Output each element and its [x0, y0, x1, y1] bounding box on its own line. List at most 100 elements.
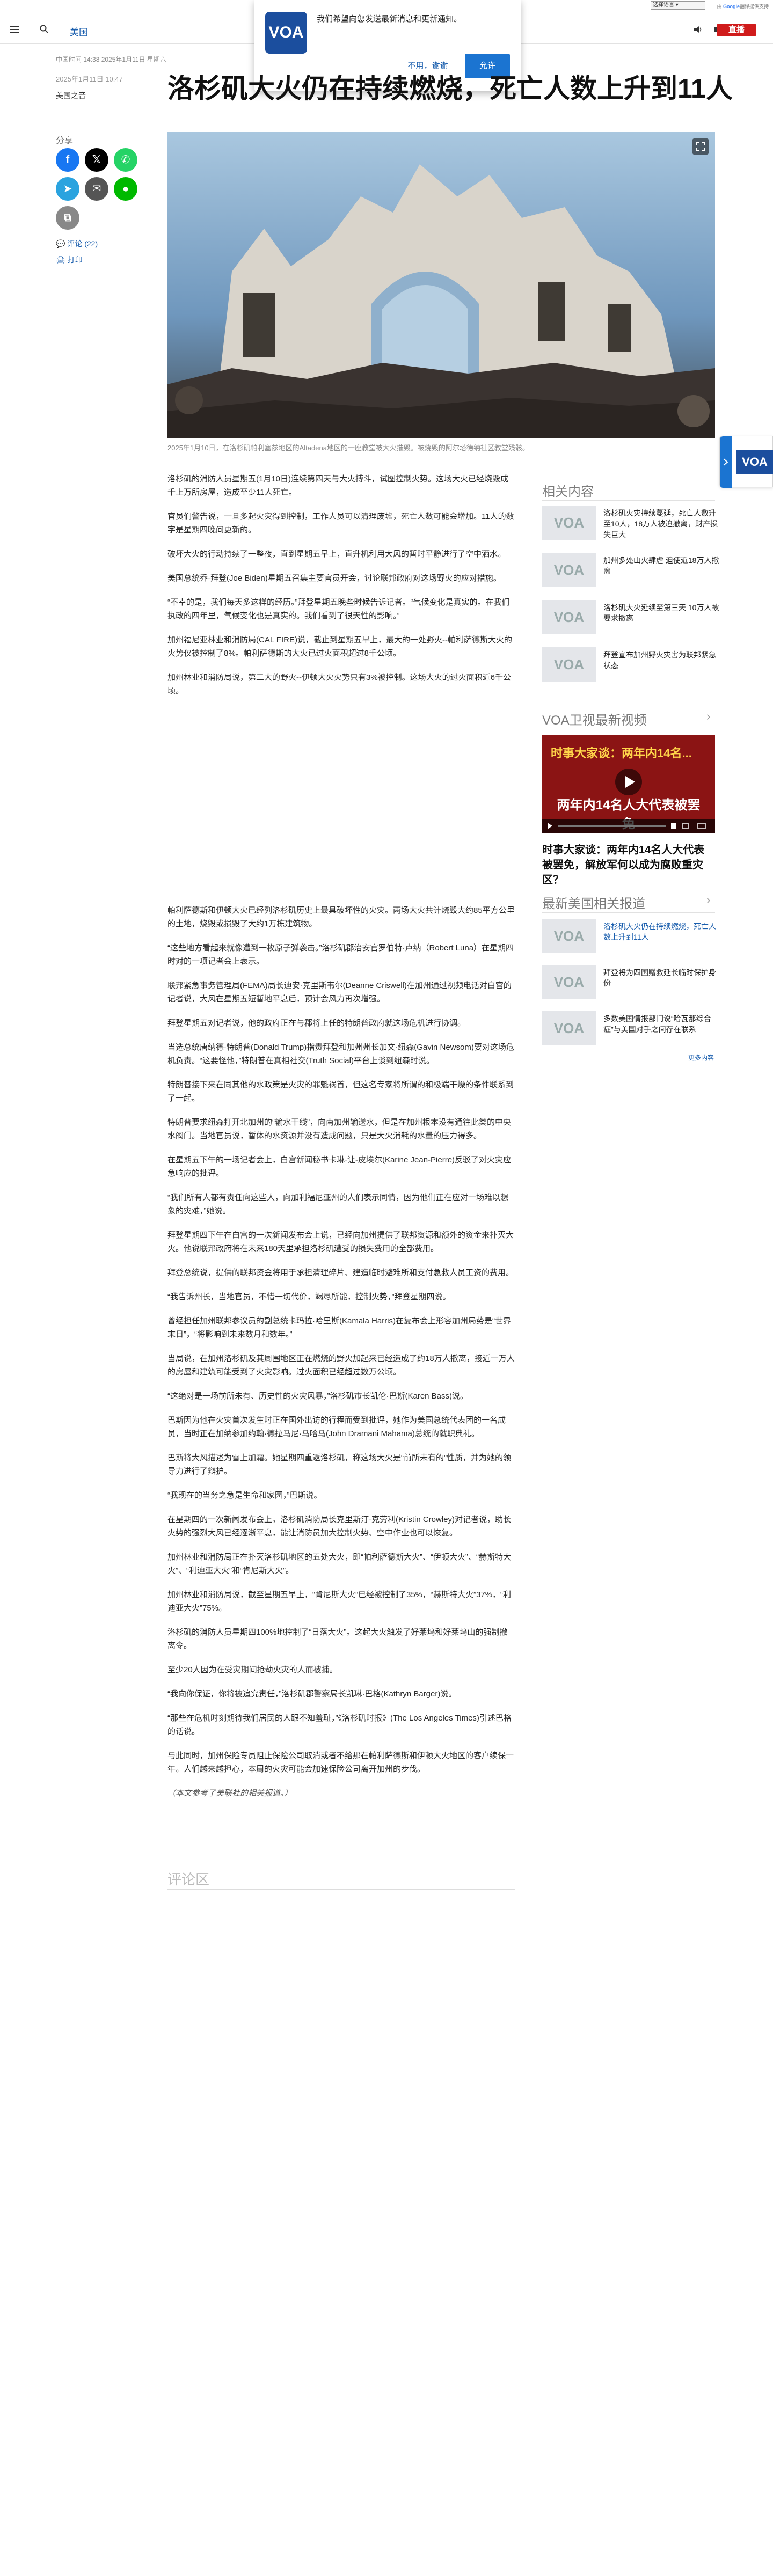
copy-link-button[interactable]: ⧉ [56, 206, 79, 230]
paragraph: 美国总统乔·拜登(Joe Biden)星期五召集主要官员开会，讨论联邦政府对这场… [167, 574, 501, 583]
x-icon: 𝕏 [92, 154, 101, 166]
paragraph: 巴斯因为他在火灾首次发生时正在国外出访的行程而受到批评，她作为美国总统代表团的一… [167, 1416, 506, 1438]
section-nav-label[interactable]: 美国 [70, 25, 88, 38]
related-item[interactable]: VOA 洛杉矶火灾持续蔓延，死亡人数升至10人，18万人被迫撤离，财产损失巨大 [542, 506, 719, 544]
paragraph: “那些在危机时刻期待我们居民的人跟不知羞耻，”《洛杉矶时报》(The Los A… [167, 1714, 512, 1736]
video-section-heading[interactable]: VOA卫视最新视频 › [542, 709, 710, 728]
paragraph: “我告诉州长，当地官员，不惜一切代价，竭尽所能，控制火势，”拜登星期四说。 [167, 1292, 451, 1301]
related-heading: 相关内容 [542, 485, 594, 499]
paragraph: 帕利萨德斯和伊顿大火已经列洛杉矶历史上最具破坏性的火灾。两场大火共计烧毁大约85… [167, 906, 515, 928]
email-icon: ✉ [92, 183, 101, 195]
powered-brand: Google [723, 4, 740, 9]
paragraph: 洛杉矶的消防人员星期五(1月10日)连续第四天与大火搏斗，试图控制火势。这场大火… [167, 474, 509, 497]
chevron-right-icon: › [706, 709, 711, 723]
voa-logo: VOA [265, 12, 307, 54]
chevron-right-icon [723, 458, 728, 466]
video-overlay-top: 时事大家谈：两年内14名... [551, 747, 692, 760]
popup-message: 我们希望向您发送最新消息和更新通知。 [317, 14, 462, 24]
related-thumbnail: VOA [542, 506, 596, 540]
article-body-top: 洛杉矶的消防人员星期五(1月10日)连续第四天与大火搏斗，试图控制火势。这场大火… [167, 472, 515, 708]
more-link[interactable]: 更多内容 [688, 1053, 714, 1062]
language-select-label: 选择语言 [653, 2, 674, 8]
page-title: 洛杉矶大火仍在持续燃烧，死亡人数上升到11人 [167, 74, 733, 104]
paragraph: 官员们警告说，一旦多起火灾得到控制，工作人员可以清理废墟，死亡人数可能会增加。1… [167, 512, 514, 535]
related-item-title: 洛杉矶火灾持续蔓延，死亡人数升至10人，18万人被迫撤离，财产损失巨大 [603, 509, 718, 539]
related-item[interactable]: VOA 拜登宣布加州野火灾害为联邦紧急状态 [542, 647, 719, 686]
paragraph: 联邦紧急事务管理局(FEMA)局长迪安·克里斯韦尔(Deanne Criswel… [167, 981, 512, 1004]
related-item-title: 拜登宣布加州野火灾害为联邦紧急状态 [603, 650, 716, 670]
facebook-share-button[interactable]: f [56, 148, 79, 172]
related-item[interactable]: VOA 洛杉矶大火延续至第三天 10万人被要求撤离 [542, 600, 719, 639]
us-news-title: 最新美国相关报道 [542, 897, 645, 911]
us-news-thumbnail: VOA [542, 1011, 596, 1045]
us-news-item-title: 拜登将为四国赠救延长临时保护身份 [603, 968, 716, 987]
whatsapp-icon: ✆ [121, 154, 130, 166]
hero-image [167, 132, 715, 438]
divider [542, 912, 715, 913]
paragraph: 当选总统唐纳德·特朗普(Donald Trump)指责拜登和加州州长加文·纽森(… [167, 1043, 514, 1065]
related-thumbnail: VOA [542, 647, 596, 682]
publish-date: 2025年1月11日 10:47 [56, 75, 123, 83]
play-icon[interactable] [615, 769, 642, 795]
source-note: （本文参考了美联社的相关报道。） [167, 1789, 293, 1798]
related-item[interactable]: VOA 加州多处山火肆虐 迫使近18万人撤离 [542, 553, 719, 591]
paragraph: “这些地方看起来就像遭到一枚原子弹袭击。”洛杉矶郡治安官罗伯特·卢纳（Rober… [167, 943, 514, 966]
print-link-label: 打印 [67, 255, 83, 264]
x-share-button[interactable]: 𝕏 [85, 148, 108, 172]
related-thumbnail: VOA [542, 600, 596, 634]
paragraph: 与此同时，加州保险专员阻止保险公司取消或者不给那在帕利萨德斯和伊顿大火地区的客户… [167, 1751, 514, 1774]
paragraph: 拜登星期四下午在白宫的一次新闻发布会上说，已经向加州提供了联邦资源和额外的资金来… [167, 1231, 514, 1253]
paragraph: “我现在的当务之急是生命和家园，”巴斯说。 [167, 1491, 322, 1500]
print-link[interactable]: 🖨 打印 [56, 254, 83, 265]
audio-icon[interactable] [694, 26, 703, 33]
powered-suffix: 翻译提供支持 [739, 4, 769, 9]
related-thumbnail: VOA [542, 553, 596, 587]
image-caption: 2025年1月10日，在洛杉矶帕利塞兹地区的Altadena地区的一座教堂被大火… [167, 444, 529, 452]
paragraph: 洛杉矶的消防人员星期四100%地控制了“日落大火”。这起大火触发了好莱坞和好莱坞… [167, 1628, 508, 1650]
comments-link-label: 评论 (22) [67, 239, 98, 248]
us-news-item[interactable]: VOA 洛杉矶大火仍在持续燃烧，死亡人数上升到11人 [542, 919, 719, 957]
byline: 美国之音 [56, 91, 86, 100]
paragraph: 巴斯将大风描述为雪上加霜。她星期四重返洛杉矶，称这场大火是“前所未有的”性质，并… [167, 1453, 511, 1476]
related-item-title: 洛杉矶大火延续至第三天 10万人被要求撤离 [603, 603, 719, 623]
us-news-item[interactable]: VOA 拜登将为四国赠救延长临时保护身份 [542, 965, 719, 1004]
related-item-title: 加州多处山火肆虐 迫使近18万人撤离 [603, 556, 719, 575]
email-share-button[interactable]: ✉ [85, 177, 108, 201]
divider [167, 1889, 515, 1890]
paragraph: “不幸的是，我们每天多这样的经历。”拜登星期五晚些时候告诉记者。“气候变化是真实… [167, 598, 510, 620]
whatsapp-share-button[interactable]: ✆ [114, 148, 137, 172]
us-news-item-title: 多数美国情报部门说“哈瓦那综合症”与美国对手之间存在联系 [603, 1014, 711, 1034]
voa-logo: VOA [736, 450, 773, 474]
us-news-item-title: 洛杉矶大火仍在持续燃烧，死亡人数上升到11人 [603, 922, 716, 941]
telegram-share-button[interactable]: ➤ [56, 177, 79, 201]
paragraph: 破坏大火的行动持续了一整夜，直到星期五早上，直升机利用大风的暂时平静进行了空中洒… [167, 550, 506, 559]
video-player[interactable]: 时事大家谈：两年内14名... 两年内14名人大代表被罢免 [542, 735, 715, 833]
side-widget-tab[interactable]: VOA [719, 436, 773, 488]
video-controls[interactable] [542, 819, 715, 833]
article-body-bottom: 帕利萨德斯和伊顿大火已经列洛杉矶历史上最具破坏性的火灾。两场大火共计烧毁大约85… [167, 904, 515, 1811]
paragraph: 在星期五下午的一场记者会上，白宫新闻秘书卡琳·让-皮埃尔(Karine Jean… [167, 1155, 512, 1178]
line-share-button[interactable]: ● [114, 177, 137, 201]
link-icon: ⧉ [63, 212, 72, 224]
us-news-thumbnail: VOA [542, 919, 596, 953]
paragraph: 拜登总统说，提供的联邦资金将用于承担清理碎片、建造临时避难所和支付急救人员工资的… [167, 1268, 514, 1277]
paragraph: “这绝对是一场前所未有、历史性的火灾风暴，”洛杉矶市长凯伦·巴斯(Karen B… [167, 1392, 469, 1401]
video-caption[interactable]: 时事大家谈：两年内14名人大代表被罢免，解放军何以成为腐败重灾区？ [542, 843, 715, 888]
paragraph: 加州林业和消防局说，第二大的野火--伊顿大火火势只有3%被控制。这场大火的过火面… [167, 673, 512, 696]
us-news-thumbnail: VOA [542, 965, 596, 999]
facebook-icon: f [65, 154, 70, 166]
live-button[interactable]: 直播 [717, 24, 756, 36]
paragraph: 拜登星期五对记者说，他的政府正在与郡将上任的特朗普政府就这场危机进行协调。 [167, 1019, 466, 1028]
language-select[interactable]: 选择语言 ▾ [651, 1, 705, 10]
us-news-item[interactable]: VOA 多数美国情报部门说“哈瓦那综合症”与美国对手之间存在联系 [542, 1011, 719, 1050]
us-news-heading[interactable]: 最新美国相关报道 › [542, 893, 710, 912]
comments-link[interactable]: 💬 评论 (22) [56, 238, 98, 249]
menu-icon[interactable] [10, 26, 19, 33]
search-icon[interactable] [40, 25, 48, 33]
paragraph: 当局说，在加州洛杉矶及其周围地区正在燃烧的野火加起来已经造成了约18万人撤离，接… [167, 1354, 515, 1377]
chevron-right-icon: › [706, 893, 711, 906]
expand-icon[interactable] [692, 138, 709, 155]
paragraph: “我们所有人都有责任向这些人，向加利福尼亚州的人们表示同情，因为他们正在应对一场… [167, 1193, 508, 1216]
divider [542, 500, 715, 501]
comments-heading: 评论区 [167, 1871, 210, 1887]
